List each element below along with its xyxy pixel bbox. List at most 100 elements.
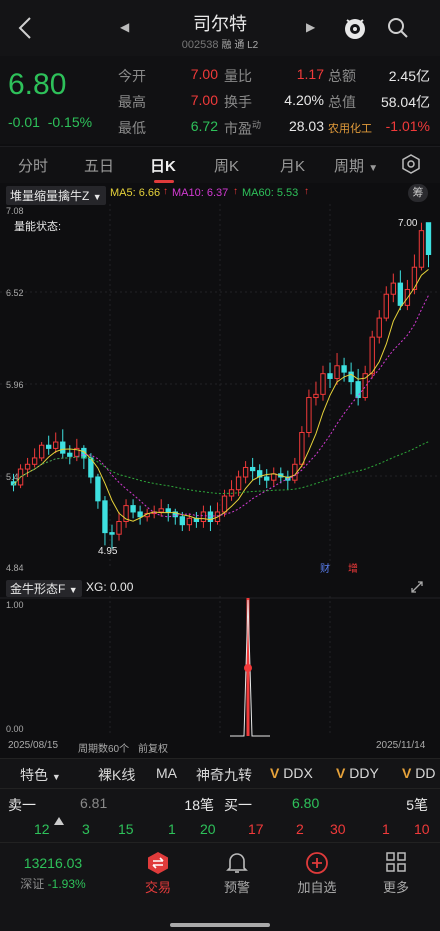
sub-indicator-select[interactable]: 金牛形态F ▼ <box>6 580 82 597</box>
candle-body <box>109 532 115 535</box>
candle-body <box>38 444 45 459</box>
mascot-icon[interactable] <box>342 15 368 41</box>
candle-body <box>306 397 312 434</box>
v-badge-icon: V <box>402 765 412 781</box>
high-label: 最高 <box>118 94 146 110</box>
dropdown-icon: ▼ <box>68 585 78 595</box>
next-stock-icon[interactable]: ▶ <box>306 20 315 34</box>
settings-icon[interactable] <box>400 153 422 175</box>
sub-indicator-bar: 金牛形态F ▼ XG: 0.00 <box>0 578 440 597</box>
candle-body <box>327 373 333 379</box>
tool-ddy[interactable]: V DDY <box>336 765 379 781</box>
grid-icon[interactable] <box>385 851 407 873</box>
xg-value: XG: 0.00 <box>86 580 134 594</box>
vol-ratio-value: 1.17 <box>296 66 324 82</box>
candle-body <box>320 373 326 395</box>
tool-magic-nine[interactable]: 神奇九转 <box>196 765 252 785</box>
sector-label[interactable]: 农用化工 <box>328 120 372 136</box>
kline-chart[interactable]: 7.08 6.52 5.96 5.40 4.84 量能状态: 4.95 7.00… <box>0 204 440 576</box>
candle-body <box>186 517 193 526</box>
sub-indicator-chart[interactable]: 1.00 0.00 <box>0 596 440 738</box>
search-icon[interactable] <box>386 16 410 40</box>
sub-y-bottom: 0.00 <box>6 724 24 734</box>
add-circle-icon[interactable] <box>305 851 329 875</box>
tool-ma[interactable]: MA <box>156 765 177 781</box>
candle-body <box>418 230 425 268</box>
bell-icon[interactable] <box>226 851 248 875</box>
stock-code: 002538 <box>181 39 219 51</box>
bottom-nav: 13216.03 深证 -1.93% 交易 预警 加自选 更多 <box>0 842 440 931</box>
chip-button[interactable]: 筹 <box>408 184 428 202</box>
stock-title: 司尔特 <box>193 14 247 34</box>
candle-body <box>60 441 66 454</box>
indicator-select[interactable]: 堆量缩量擒牛Z ▼ <box>6 186 106 205</box>
back-icon[interactable] <box>14 14 38 42</box>
candle-body <box>299 432 305 465</box>
sub-y-top: 1.00 <box>6 600 24 610</box>
ma10-label: MA10: 6.37 <box>172 187 229 199</box>
axis-adjust: 前复权 <box>138 744 168 755</box>
nav-alert[interactable]: 预警 <box>207 877 267 896</box>
candle-body <box>116 521 122 535</box>
candle-body <box>102 500 108 534</box>
trade-icon[interactable] <box>146 851 170 875</box>
candle-body <box>53 441 59 449</box>
holding-event-tag[interactable]: 增 <box>348 562 358 575</box>
candle-body <box>24 463 31 470</box>
mcap-label: 总值 <box>328 94 356 110</box>
price-change-pct: -0.15% <box>47 114 93 130</box>
candle-body <box>46 444 52 449</box>
candle-body <box>67 452 73 457</box>
mcap-value: 58.04亿 <box>380 94 430 110</box>
y-tick-2: 6.52 <box>6 288 24 298</box>
candle-body <box>334 365 340 379</box>
nav-trade[interactable]: 交易 <box>128 877 188 896</box>
candle-body <box>313 393 319 399</box>
tab-monthly-k[interactable]: 月K <box>280 155 305 176</box>
candle-body <box>271 473 277 481</box>
candle-body <box>165 508 171 513</box>
open-label: 今开 <box>118 68 146 84</box>
low-label: 最低 <box>118 120 146 136</box>
ma10-line <box>13 295 429 518</box>
expand-icon[interactable] <box>410 580 424 594</box>
tab-daily-k[interactable]: 日K <box>150 155 176 176</box>
v-badge-icon: V <box>336 765 346 781</box>
finance-event-tag[interactable]: 财 <box>320 562 330 575</box>
tool-feature[interactable]: 特色 ▼ <box>20 765 61 785</box>
buy-detail: 2 <box>296 821 304 837</box>
tab-five-day[interactable]: 五日 <box>84 155 114 176</box>
candle-body <box>397 282 404 306</box>
ma10-up-arrow: ↑ <box>233 186 238 197</box>
nav-add-watchlist[interactable]: 加自选 <box>287 877 347 896</box>
tab-period[interactable]: 周期 ▼ <box>334 155 378 176</box>
sector-pct: -1.01% <box>385 118 430 134</box>
candle-body <box>264 476 270 481</box>
vol-ratio-label: 量比 <box>224 68 252 84</box>
buy-detail: 1 <box>382 821 390 837</box>
v-badge-icon: V <box>270 765 280 781</box>
dropdown-icon: ▼ <box>368 163 379 174</box>
candle-body <box>376 317 382 338</box>
ma5-label: MA5: 6.66 <box>110 187 161 199</box>
tab-weekly-k[interactable]: 周K <box>214 155 239 176</box>
candle-body <box>235 476 242 491</box>
tool-dd[interactable]: V DD <box>402 765 435 781</box>
indicator-toolbar: 特色 ▼ 裸K线 MA 神奇九转 V DDX V DDY V DD <box>0 758 440 789</box>
candle-body <box>137 511 143 518</box>
candle-body <box>249 466 256 472</box>
order-book[interactable]: 卖一 6.81 18笔 买一 6.80 5笔 12 3 15 1 20 17 2… <box>0 788 440 843</box>
candle-body <box>95 476 101 502</box>
index-value: 13216.03 <box>23 855 83 871</box>
candle-body <box>200 511 207 523</box>
candle-body <box>31 457 38 465</box>
axis-start-date: 2025/08/15 <box>8 740 59 751</box>
tab-intraday[interactable]: 分时 <box>18 155 48 176</box>
candle-body <box>158 508 164 513</box>
tool-bare-k[interactable]: 裸K线 <box>98 765 135 785</box>
tool-ddx[interactable]: V DDX <box>270 765 313 781</box>
ma60-label: MA60: 5.53 <box>242 187 299 199</box>
prev-stock-icon[interactable]: ◀ <box>120 20 129 34</box>
nav-more[interactable]: 更多 <box>366 877 426 896</box>
index-ticker[interactable]: 13216.03 深证 -1.93% <box>8 855 98 892</box>
